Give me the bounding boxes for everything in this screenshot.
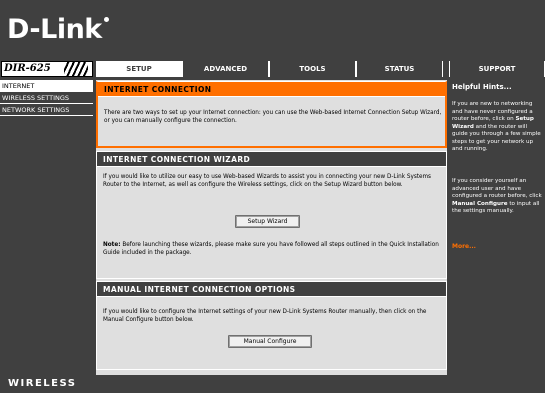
sidebar: INTERNET WIRELESS SETTINGS NETWORK SETTI… (0, 80, 93, 375)
logo-dot (103, 17, 109, 22)
footer-wireless-label: WIRELESS (8, 378, 77, 389)
wizard-note: Note: Before launching these wizards, pl… (103, 241, 441, 257)
setup-wizard-button-label: Setup Wizard (236, 216, 299, 227)
tab-support[interactable]: SUPPORT (449, 61, 545, 77)
manual-options-box: MANUAL INTERNET CONNECTION OPTIONS If yo… (96, 281, 447, 370)
tab-tools[interactable]: TOOLS (269, 61, 356, 77)
internet-connection-box: INTERNET CONNECTION There are two ways t… (96, 81, 447, 148)
hint2-pre: If you consider yourself an advanced use… (452, 178, 542, 199)
footer: WIRELESS (0, 375, 545, 393)
note-label: Note: (103, 242, 121, 248)
sidebar-item-internet[interactable]: INTERNET (0, 80, 93, 92)
wizard-text: If you would like to utilize our easy to… (103, 174, 432, 188)
internet-connection-text: There are two ways to set up your Intern… (104, 110, 442, 124)
manual-options-text: If you would like to configure the Inter… (103, 309, 427, 323)
manual-options-title: MANUAL INTERNET CONNECTION OPTIONS (97, 282, 446, 297)
hint-advanced-user: If you consider yourself an advanced use… (452, 178, 543, 216)
note-text: Before launching these wizards, please m… (103, 242, 439, 256)
wizard-box: INTERNET CONNECTION WIZARD If you would … (96, 151, 447, 279)
hint-new-user: If you are new to networking and have ne… (452, 101, 543, 154)
dlink-logo: D-Link (7, 14, 109, 45)
helpful-hints-title: Helpful Hints... (452, 83, 512, 91)
more-link[interactable]: More... (452, 243, 476, 250)
hint2-bold: Manual Configure (452, 200, 508, 207)
manual-configure-button-label: Manual Configure (229, 336, 311, 347)
setup-wizard-button[interactable]: Setup Wizard (235, 215, 300, 228)
main-content: INTERNET CONNECTION There are two ways t… (96, 80, 447, 375)
top-nav: DIR-625 SETUP ADVANCED TOOLS STATUS SUPP… (0, 61, 545, 77)
slashes-decoration (64, 62, 88, 76)
support-panel: Helpful Hints... If you are new to netwo… (449, 80, 545, 375)
tab-status[interactable]: STATUS (356, 61, 443, 77)
tab-advanced[interactable]: ADVANCED (182, 61, 269, 77)
internet-connection-title: INTERNET CONNECTION (98, 82, 445, 97)
manual-configure-button[interactable]: Manual Configure (228, 335, 312, 348)
model-label: DIR-625 (4, 63, 51, 74)
model-badge: DIR-625 (1, 61, 93, 77)
tab-setup[interactable]: SETUP (96, 61, 182, 77)
sidebar-item-network-settings[interactable]: NETWORK SETTINGS (0, 104, 93, 116)
logo-text: D-Link (7, 14, 102, 45)
sidebar-item-wireless-settings[interactable]: WIRELESS SETTINGS (0, 92, 93, 104)
header: D-Link (0, 0, 545, 56)
wizard-title: INTERNET CONNECTION WIZARD (97, 152, 446, 167)
